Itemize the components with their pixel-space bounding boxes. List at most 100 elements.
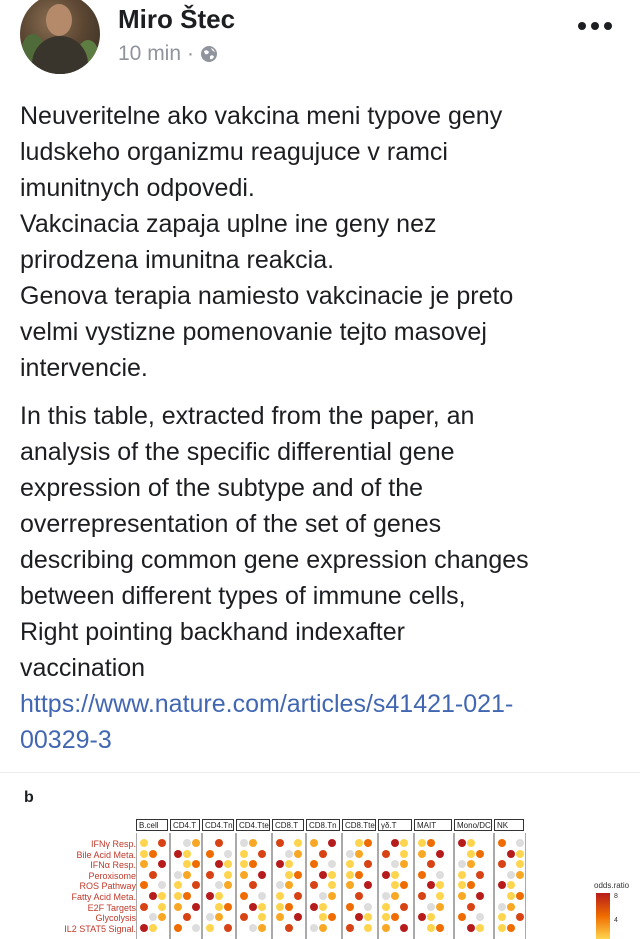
more-options-icon[interactable]	[578, 18, 612, 34]
expression-dot	[355, 839, 363, 847]
expression-dot	[240, 892, 248, 900]
expression-dot	[206, 870, 214, 879]
expression-dot	[174, 923, 182, 932]
expression-dot	[149, 870, 157, 879]
expression-dot	[183, 892, 191, 900]
legend-tick: 8	[614, 893, 618, 900]
post-paragraph-1: Neuveritelne ako vakcina meni typove gen…	[20, 98, 620, 386]
expression-dot	[400, 902, 408, 911]
expression-dot	[224, 923, 232, 932]
expression-dot	[436, 849, 444, 858]
expression-dot	[355, 870, 363, 879]
expression-dot	[476, 870, 484, 879]
expression-dot	[436, 892, 444, 900]
expression-dot	[249, 902, 257, 911]
expression-dot	[436, 902, 444, 911]
text-line: ludskeho organizmu reagujuce v ramci	[20, 138, 448, 166]
attached-figure[interactable]: b IFNγ Resp. Bile Acid Meta. IFNα Resp. Per…	[0, 772, 640, 939]
column-header: CD8.T	[272, 819, 304, 831]
expression-dot	[319, 902, 327, 911]
expression-dot	[183, 849, 191, 858]
column-header: CD8.Tte	[342, 819, 376, 831]
expression-dot	[507, 892, 515, 900]
expression-dot	[458, 870, 466, 879]
expression-dot	[418, 839, 426, 847]
expression-dot	[224, 870, 232, 879]
column-header: CD4.Tn	[202, 819, 234, 831]
expression-dot	[192, 902, 200, 911]
expression-dot	[224, 902, 232, 911]
column-header: CD8.Tn	[306, 819, 340, 831]
author-name[interactable]: Miro Štec	[118, 4, 235, 35]
text-line: Right pointing backhand indexafter	[20, 618, 405, 646]
avatar[interactable]	[20, 0, 100, 74]
expression-dot	[436, 923, 444, 932]
column-header: CD4.T	[170, 819, 200, 831]
expression-dot	[355, 892, 363, 900]
expression-dot	[476, 849, 484, 858]
row-label: IFNα Resp.	[90, 860, 136, 871]
expression-dot	[346, 870, 354, 879]
expression-dot	[427, 923, 435, 932]
expression-dot	[319, 870, 327, 879]
expression-dot	[285, 870, 293, 879]
expression-dot	[391, 870, 399, 879]
expression-dot	[174, 902, 182, 911]
expression-dot	[276, 902, 284, 911]
expression-dot	[516, 870, 524, 879]
expression-dot	[294, 892, 302, 900]
text-line: Neuveritelne ako vakcina meni typove gen…	[20, 102, 503, 130]
expression-dot	[310, 902, 318, 911]
expression-dot	[149, 892, 157, 900]
expression-dot	[400, 839, 408, 847]
text-line: prirodzena imunitna reakcia.	[20, 246, 335, 274]
post-header: Miro Štec 10 min ·	[0, 0, 640, 80]
column-header: B.cell	[136, 819, 168, 831]
expression-dot	[215, 902, 223, 911]
expression-dot	[364, 902, 372, 911]
expression-dot	[310, 839, 318, 847]
expression-dot	[476, 923, 484, 932]
row-label: Bile Acid Meta.	[76, 849, 136, 860]
text-line: Genova terapia namiesto vakcinacie je pr…	[20, 282, 514, 310]
expression-dot	[240, 849, 248, 858]
expression-dot	[174, 849, 182, 858]
expression-dot	[516, 892, 524, 900]
text-line: intervencie.	[20, 354, 148, 382]
expression-dot	[240, 870, 248, 879]
expression-dot	[458, 892, 466, 900]
expression-dot	[249, 923, 257, 932]
post-time[interactable]: 10 min	[118, 42, 181, 66]
row-label: Fatty Acid Meta.	[71, 892, 136, 902]
text-line: vaccination	[20, 654, 146, 682]
expression-dot	[215, 839, 223, 847]
text-line: imunitnych odpovedi.	[20, 174, 255, 202]
expression-dot	[206, 892, 214, 900]
expression-dot	[418, 870, 426, 879]
expression-dot	[516, 849, 524, 858]
expression-dot	[382, 902, 390, 911]
expression-dot	[294, 839, 302, 847]
expression-dot	[149, 849, 157, 858]
meta-separator: ·	[187, 42, 195, 65]
expression-dot	[258, 849, 266, 858]
globe-icon	[201, 46, 218, 62]
expression-dot	[498, 902, 506, 911]
expression-dot	[400, 849, 408, 858]
expression-dot	[507, 923, 515, 932]
row-label: IL2 STAT5 Signal.	[64, 923, 136, 934]
text-line: analysis of the specific differential ge…	[20, 438, 455, 466]
expression-dot	[391, 892, 399, 900]
expression-dot	[476, 892, 484, 900]
expression-dot	[427, 839, 435, 847]
expression-dot	[140, 923, 148, 932]
expression-dot	[258, 902, 266, 911]
expression-dot	[224, 849, 232, 858]
expression-dot	[285, 849, 293, 858]
link-line[interactable]: 00329-3	[20, 722, 620, 758]
expression-dot	[158, 839, 166, 847]
article-link[interactable]: https://www.nature.com/articles/s41421-0…	[20, 686, 620, 758]
expression-dot	[276, 892, 284, 900]
link-line[interactable]: https://www.nature.com/articles/s41421-0…	[20, 686, 620, 722]
expression-dot	[328, 892, 336, 900]
